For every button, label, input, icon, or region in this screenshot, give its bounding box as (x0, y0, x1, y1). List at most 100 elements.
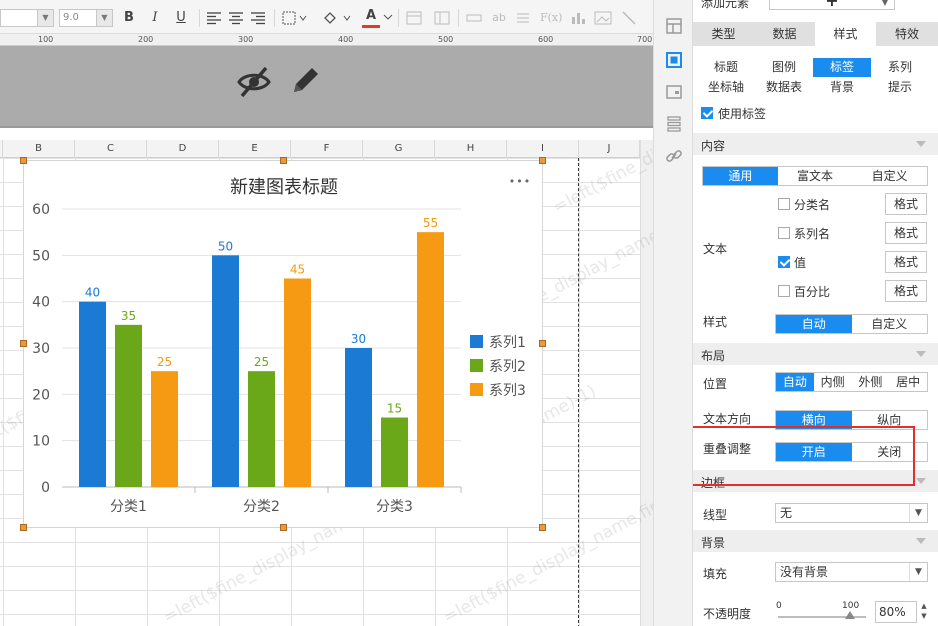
opacity-slider-thumb[interactable] (845, 611, 855, 619)
line-type-select[interactable]: 无 ▼ (775, 503, 928, 523)
formula-icon[interactable]: F(x) (540, 8, 562, 28)
series-name-checkbox[interactable] (778, 227, 790, 239)
tab-data[interactable]: 数据 (754, 22, 815, 46)
style-mode-auto[interactable]: 自动 (776, 315, 852, 333)
column-header[interactable]: F (291, 140, 363, 158)
format-button[interactable]: 格式 (885, 193, 927, 215)
font-size-value: 9.0 (63, 12, 79, 23)
resize-handle[interactable] (539, 157, 546, 164)
position-center[interactable]: 居中 (889, 373, 927, 391)
font-size-select[interactable]: 9.0 ▼ (59, 9, 113, 27)
position-outside[interactable]: 外侧 (852, 373, 890, 391)
subtab-label[interactable]: 标签 (813, 58, 871, 77)
fill-value: 没有背景 (780, 565, 829, 579)
slash-icon[interactable] (622, 11, 640, 31)
image-icon[interactable] (594, 11, 612, 31)
ruler-label: 300 (238, 35, 254, 44)
text-ab-icon[interactable]: ab (490, 8, 508, 28)
data-label: 15 (387, 402, 402, 416)
border-icon[interactable] (282, 11, 308, 31)
content-mode-general[interactable]: 通用 (703, 167, 778, 185)
format-button[interactable]: 格式 (885, 280, 927, 302)
bar-chart[interactable]: 新建图表标题 ••• 0 10 20 30 40 50 60 分类1 40 35 25 分类2 50 25 45… (23, 160, 543, 528)
vertical-scrollbar[interactable] (640, 140, 653, 626)
resize-handle[interactable] (20, 157, 27, 164)
bold-button[interactable]: B (120, 8, 138, 28)
legend-label: 系列1 (489, 335, 526, 351)
style-mode-custom[interactable]: 自定义 (852, 315, 928, 333)
section-background[interactable]: 背景 (693, 530, 938, 552)
font-color-button[interactable]: A (362, 8, 380, 28)
x-tick-label: 分类1 (110, 499, 147, 515)
resize-handle[interactable] (20, 524, 27, 531)
subtab-datatable[interactable]: 数据表 (755, 78, 813, 97)
line-type-label: 线型 (703, 508, 728, 522)
column-header[interactable]: I (507, 140, 579, 158)
page-break-line (578, 158, 579, 626)
value-checkbox[interactable] (778, 256, 790, 268)
resize-handle[interactable] (539, 524, 546, 531)
add-element-dropdown[interactable]: + ▼ (769, 0, 895, 10)
align-right-icon[interactable] (250, 12, 268, 32)
subtab-title[interactable]: 标题 (697, 58, 755, 77)
column-header[interactable]: E (219, 140, 291, 158)
subtab-background[interactable]: 背景 (813, 78, 871, 97)
x-tick-label: 分类3 (376, 499, 413, 515)
position-auto[interactable]: 自动 (776, 373, 814, 391)
column-header[interactable]: J (579, 140, 640, 158)
list-icon[interactable] (516, 11, 534, 31)
data-label: 30 (351, 332, 366, 346)
tab-style[interactable]: 样式 (815, 22, 876, 46)
tab-type[interactable]: 类型 (693, 22, 754, 46)
resize-handle[interactable] (539, 340, 546, 347)
opacity-input[interactable]: 80% (875, 601, 917, 623)
position-label: 位置 (703, 377, 728, 391)
fill-color-icon[interactable] (322, 10, 352, 30)
cell-style-icon[interactable] (406, 11, 424, 31)
position-inside[interactable]: 内侧 (814, 373, 852, 391)
format-button[interactable]: 格式 (885, 251, 927, 273)
fill-select[interactable]: 没有背景 ▼ (775, 562, 928, 582)
table-layout-icon[interactable] (664, 16, 684, 36)
font-family-select[interactable]: ▼ (0, 9, 54, 27)
column-header[interactable]: C (75, 140, 147, 158)
eye-slash-icon[interactable] (236, 64, 272, 100)
resize-handle[interactable] (20, 340, 27, 347)
column-header[interactable]: H (435, 140, 507, 158)
pencil-icon[interactable] (288, 64, 322, 98)
section-layout[interactable]: 布局 (693, 343, 938, 365)
table-icon[interactable] (434, 11, 452, 31)
subtab-tooltip[interactable]: 提示 (871, 78, 929, 97)
resize-handle[interactable] (280, 524, 287, 531)
section-content[interactable]: 内容 (693, 133, 938, 155)
resize-handle[interactable] (280, 157, 287, 164)
column-header[interactable]: G (363, 140, 435, 158)
category-name-checkbox[interactable] (778, 198, 790, 210)
format-button[interactable]: 格式 (885, 222, 927, 244)
content-mode-custom[interactable]: 自定义 (852, 167, 927, 185)
opacity-stepper[interactable]: ▲ ▼ (918, 601, 930, 623)
subtab-legend[interactable]: 图例 (755, 58, 813, 77)
widget-icon[interactable] (664, 50, 684, 70)
tab-effects[interactable]: 特效 (876, 22, 938, 46)
component-icon[interactable] (664, 82, 684, 102)
align-left-icon[interactable] (206, 12, 224, 32)
layers-icon[interactable] (664, 114, 684, 134)
content-mode-richtext[interactable]: 富文本 (778, 167, 853, 185)
subtab-series[interactable]: 系列 (871, 58, 929, 77)
percentage-checkbox[interactable] (778, 285, 790, 297)
underline-button[interactable]: U (172, 8, 190, 28)
align-center-icon[interactable] (228, 12, 246, 32)
data-label: 35 (121, 309, 136, 323)
highlight-box (693, 426, 915, 486)
use-label-checkbox[interactable] (701, 107, 713, 119)
bar-chart-icon[interactable] (570, 11, 588, 31)
column-header[interactable]: B (3, 140, 75, 158)
column-header[interactable]: D (147, 140, 219, 158)
subtab-axis[interactable]: 坐标轴 (697, 78, 755, 97)
italic-button[interactable]: I (146, 8, 164, 28)
use-label-text: 使用标签 (718, 107, 767, 121)
link-icon[interactable] (664, 146, 684, 166)
text-field-icon[interactable] (466, 13, 484, 33)
bar (115, 324, 142, 487)
